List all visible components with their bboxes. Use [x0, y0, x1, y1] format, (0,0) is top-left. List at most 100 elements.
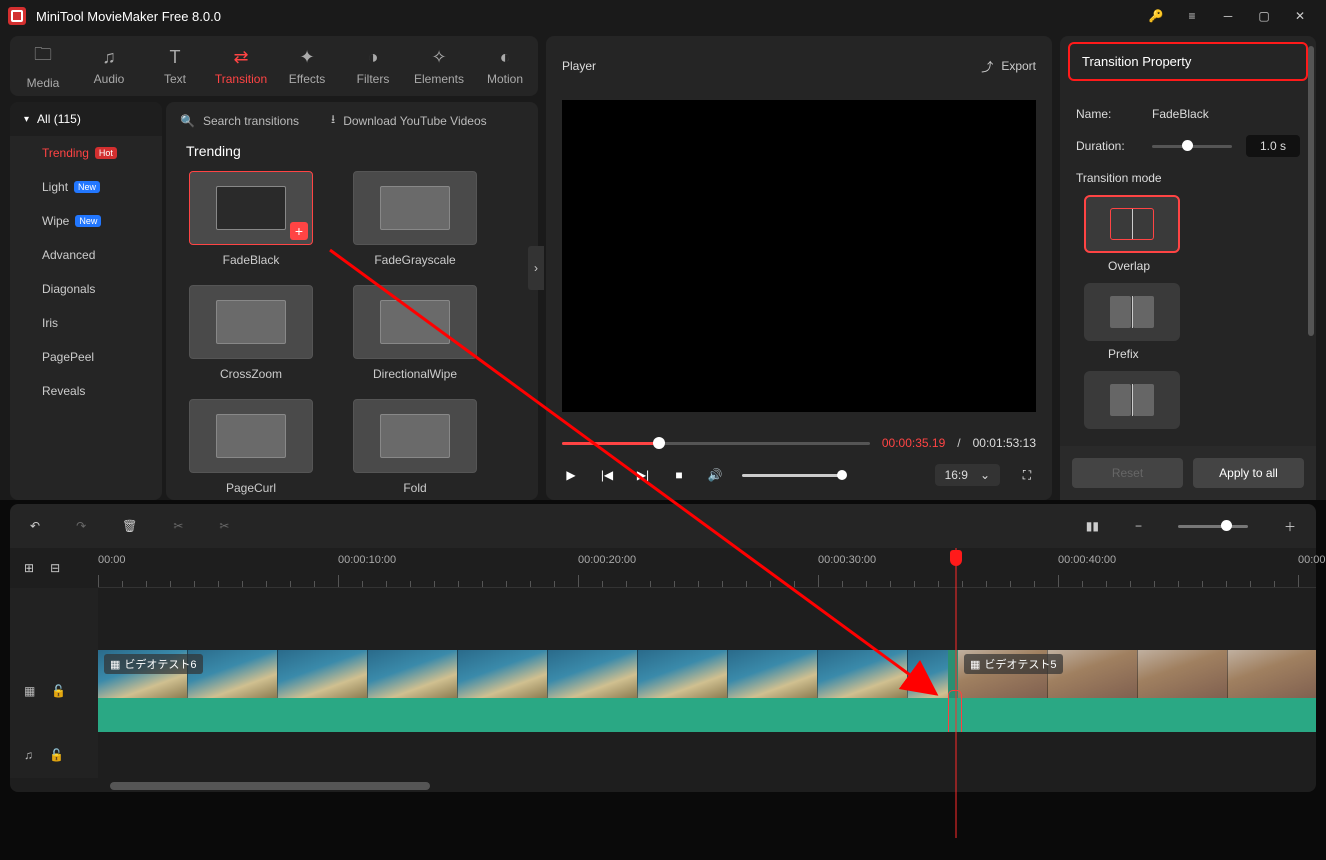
lock-icon[interactable]: 🔓 [51, 684, 66, 698]
collapse-track-button[interactable]: ⊟ [50, 561, 60, 575]
export-icon: ⤴ [981, 58, 993, 75]
category-advanced[interactable]: Advanced [10, 238, 162, 272]
video-lane[interactable]: ▦ ビデオテスト6 ▦ ビデオテスト5 [98, 650, 1316, 732]
collapse-right-icon[interactable]: › [528, 246, 544, 290]
transition-browser: 🔍Search transitions ⭳Download YouTube Vi… [166, 102, 538, 500]
minimize-button[interactable]: ─ [1210, 0, 1246, 32]
split-button[interactable]: ✂ [173, 519, 183, 533]
text-icon: T [170, 47, 181, 68]
search-icon: 🔍 [180, 114, 195, 128]
fullscreen-button[interactable]: ⛶ [1018, 468, 1036, 483]
close-button[interactable]: ✕ [1282, 0, 1318, 32]
maximize-button[interactable]: ▢ [1246, 0, 1282, 32]
time-ruler[interactable]: 00:0000:00:10:0000:00:20:0000:00:30:0000… [98, 548, 1316, 588]
category-diagonals[interactable]: Diagonals [10, 272, 162, 306]
prop-duration-label: Duration: [1076, 139, 1138, 153]
duration-slider[interactable] [1152, 145, 1232, 148]
reset-button[interactable]: Reset [1072, 458, 1183, 488]
add-track-button[interactable]: ⊞ [24, 561, 34, 575]
clip-1-label: ▦ ビデオテスト6 [104, 654, 203, 674]
menu-icon[interactable]: ≡ [1174, 0, 1210, 32]
mode-prefix[interactable] [1084, 283, 1180, 341]
mode-suffix[interactable] [1084, 371, 1180, 429]
tool-tabs: 🗀Media ♫Audio TText ⇄Transition ✦Effects… [10, 36, 538, 96]
play-button[interactable]: ▶ [562, 468, 580, 482]
audio-track-icon: ♫ [24, 748, 33, 762]
category-pagepeel[interactable]: PagePeel [10, 340, 162, 374]
tab-elements[interactable]: ✧Elements [406, 36, 472, 96]
volume-slider[interactable] [742, 474, 842, 477]
tab-audio[interactable]: ♫Audio [76, 36, 142, 96]
crop-button[interactable]: ✂ [219, 519, 229, 533]
tab-text[interactable]: TText [142, 36, 208, 96]
fit-button[interactable]: ▮▮ [1086, 519, 1099, 533]
transition-pagecurl[interactable]: PageCurl [186, 399, 316, 495]
tab-transition[interactable]: ⇄Transition [208, 36, 274, 96]
prev-frame-button[interactable]: |◀ [598, 468, 616, 482]
effects-icon: ✦ [299, 47, 314, 68]
filters-icon: ◑ [368, 47, 379, 68]
apply-all-button[interactable]: Apply to all [1193, 458, 1304, 488]
music-icon: ♫ [102, 47, 116, 68]
transition-fold[interactable]: Fold [350, 399, 480, 495]
zoom-slider[interactable] [1178, 525, 1248, 528]
search-input[interactable]: 🔍Search transitions [180, 114, 299, 128]
clip-1[interactable] [98, 650, 948, 698]
key-icon[interactable]: 🔑 [1138, 0, 1174, 32]
redo-button[interactable]: ↷ [76, 519, 86, 533]
category-trending[interactable]: TrendingHot [10, 136, 162, 170]
chevron-down-icon: ⌄ [980, 468, 990, 482]
category-light[interactable]: LightNew [10, 170, 162, 204]
category-iris[interactable]: Iris [10, 306, 162, 340]
elements-icon: ✧ [431, 47, 446, 68]
timeline-scrollbar[interactable] [110, 782, 1216, 792]
category-header[interactable]: ▾All (115) [10, 102, 162, 136]
seek-bar[interactable] [562, 442, 870, 445]
folder-icon: 🗀 [34, 42, 52, 72]
category-list: ▾All (115) TrendingHotLightNewWipeNewAdv… [10, 102, 162, 500]
prop-name-label: Name: [1076, 107, 1138, 121]
category-reveals[interactable]: Reveals [10, 374, 162, 408]
download-icon: ⭳ [331, 110, 335, 131]
title-bar: MiniTool MovieMaker Free 8.0.0 🔑 ≡ ─ ▢ ✕ [0, 0, 1326, 32]
category-wipe[interactable]: WipeNew [10, 204, 162, 238]
properties-title: Transition Property [1068, 42, 1308, 81]
transition-fadegrayscale[interactable]: FadeGrayscale [350, 171, 480, 267]
duration-value[interactable]: 1.0 s [1246, 135, 1300, 157]
tab-motion[interactable]: ◐Motion [472, 36, 538, 96]
app-title: MiniTool MovieMaker Free 8.0.0 [36, 9, 1138, 24]
next-frame-button[interactable]: ▶| [634, 468, 652, 482]
scrollbar[interactable] [1308, 46, 1314, 336]
properties-panel: Transition Property Name: FadeBlack Durat… [1060, 36, 1316, 500]
audio-track: ♫🔓 [10, 732, 1316, 778]
section-title: Trending [166, 139, 538, 171]
video-track: ▦ 🔓 ▦ ビデオテスト6 ▦ ビデオテスト5 [10, 650, 1316, 732]
stop-button[interactable]: ■ [670, 468, 688, 482]
zoom-in-button[interactable]: ＋ [1284, 518, 1296, 535]
transition-icon: ⇄ [233, 47, 248, 68]
delete-button[interactable]: 🗑 [122, 519, 137, 533]
audio-lane[interactable] [98, 732, 1316, 778]
prop-name-value: FadeBlack [1152, 107, 1209, 121]
tab-effects[interactable]: ✦Effects [274, 36, 340, 96]
preview-viewport[interactable] [562, 100, 1036, 412]
playhead-handle[interactable] [950, 550, 962, 566]
transition-crosszoom[interactable]: CrossZoom [186, 285, 316, 381]
transition-directionalwipe[interactable]: DirectionalWipe [350, 285, 480, 381]
time-total: 00:01:53:13 [973, 436, 1036, 450]
download-youtube-link[interactable]: ⭳Download YouTube Videos [331, 110, 487, 131]
zoom-out-button[interactable]: − [1135, 519, 1142, 533]
transition-fadeblack[interactable]: +FadeBlack [186, 171, 316, 267]
lock-icon[interactable]: 🔓 [49, 748, 64, 762]
export-button[interactable]: ⤴ Export [981, 58, 1036, 75]
undo-button[interactable]: ↶ [30, 519, 40, 533]
timeline: ⊞ ⊟ 00:0000:00:10:0000:00:20:0000:00:30:… [10, 548, 1316, 792]
add-icon[interactable]: + [290, 222, 308, 240]
tab-filters[interactable]: ◑Filters [340, 36, 406, 96]
player-panel: › Player ⤴ Export 00:00:35.19 / 00:01:53… [546, 36, 1052, 500]
volume-icon[interactable]: 🔊 [706, 468, 724, 482]
mode-overlap[interactable] [1084, 195, 1180, 253]
video-track-icon: ▦ [24, 684, 35, 698]
aspect-ratio-select[interactable]: 16:9⌄ [935, 464, 1000, 486]
tab-media[interactable]: 🗀Media [10, 36, 76, 96]
